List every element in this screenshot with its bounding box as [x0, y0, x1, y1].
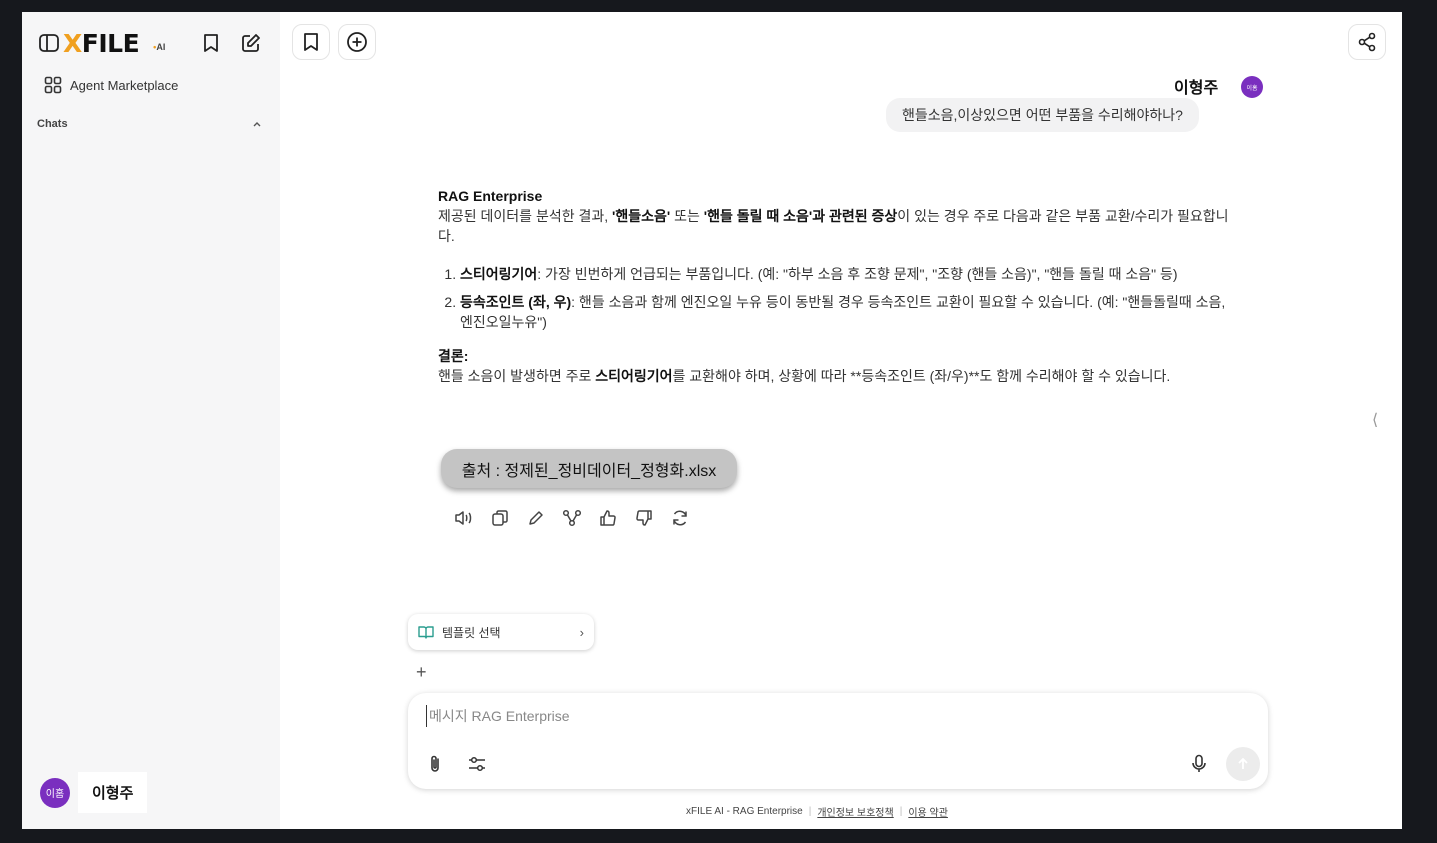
thumbs-down-icon[interactable]	[632, 506, 656, 530]
bookmark-icon	[303, 32, 319, 52]
share-icon	[1357, 32, 1377, 52]
share-button[interactable]	[1348, 24, 1386, 60]
conclusion-title: 결론:	[438, 348, 469, 364]
brand-ai-tag: •AI	[153, 42, 166, 52]
message-input[interactable]	[426, 705, 1206, 727]
user-name: 이형주	[78, 772, 148, 813]
template-select-button[interactable]: 템플릿 선택 ›	[408, 614, 594, 650]
branch-icon[interactable]	[560, 506, 584, 530]
chevron-right-icon: ›	[579, 624, 584, 640]
privacy-link[interactable]: 개인정보 보호정책	[817, 804, 893, 819]
user-message-bubble: 핸들소음,이상있으면 어떤 부품을 수리해야하나?	[886, 98, 1199, 132]
app-window: XFILE •AI Agent Marketplace Chats 이홈 이형주	[22, 12, 1402, 829]
message-actions	[452, 506, 692, 530]
assistant-intro: 제공된 데이터를 분석한 결과, '핸들소음' 또는 '핸들 돌릴 때 소음'과…	[438, 208, 1229, 244]
footer: xFILE AI - RAG Enterprise | 개인정보 보호정책 | …	[686, 804, 948, 819]
plus-icon[interactable]: +	[416, 662, 427, 683]
arrow-up-icon	[1236, 757, 1250, 771]
pencil-icon[interactable]	[524, 506, 548, 530]
book-icon	[418, 625, 434, 639]
thumbs-up-icon[interactable]	[596, 506, 620, 530]
new-chat-edit-icon[interactable]	[238, 30, 264, 56]
conclusion: 결론: 핸들 소음이 발생하면 주로 스티어링기어를 교환해야 하며, 상황에 …	[438, 346, 1238, 386]
sidebar-toggle-icon[interactable]	[38, 33, 60, 53]
chats-label: Chats	[37, 118, 68, 130]
plus-circle-icon	[346, 31, 368, 53]
grid-icon	[44, 76, 62, 94]
regenerate-icon[interactable]	[668, 506, 692, 530]
paperclip-icon[interactable]	[422, 751, 448, 777]
sidebar-item-label: Agent Marketplace	[70, 77, 179, 93]
list-item: 스티어링기어: 가장 빈번하게 언급되는 부품입니다. (예: "하부 소음 후…	[460, 264, 1238, 284]
avatar: 이홈	[1241, 76, 1263, 98]
sidebar-item-agent-marketplace[interactable]: Agent Marketplace	[44, 76, 178, 94]
parts-list: 스티어링기어: 가장 빈번하게 언급되는 부품입니다. (예: "하부 소음 후…	[460, 264, 1238, 332]
footer-separator: |	[899, 806, 903, 817]
microphone-icon[interactable]	[1186, 751, 1212, 777]
logo-row: XFILE •AI	[38, 28, 266, 58]
bookmark-icon[interactable]	[198, 30, 224, 56]
chevron-up-icon[interactable]	[252, 120, 262, 128]
footer-separator: |	[808, 806, 812, 817]
message-user-name: 이형주	[1174, 80, 1219, 97]
avatar: 이홈	[40, 777, 70, 808]
conclusion-text: 핸들 소음이 발생하면 주로 스티어링기어를 교환해야 하며, 상황에 따라 *…	[438, 368, 1171, 384]
add-button[interactable]	[338, 24, 376, 60]
speaker-icon[interactable]	[452, 506, 476, 530]
chats-section-header[interactable]: Chats	[37, 118, 262, 130]
settings-sliders-icon[interactable]	[464, 751, 490, 777]
footer-brand: xFILE AI - RAG Enterprise	[686, 806, 803, 817]
sidebar: XFILE •AI Agent Marketplace Chats 이홈 이형주	[22, 12, 280, 829]
source-citation-button[interactable]: 출처 : 정제된_정비데이터_정형화.xlsx	[441, 449, 737, 488]
assistant-name: RAG Enterprise	[438, 188, 543, 204]
panel-handle-icon[interactable]: ⟨	[1372, 410, 1378, 430]
message-composer	[408, 693, 1268, 789]
bookmark-button[interactable]	[292, 24, 330, 60]
list-item: 등속조인트 (좌, 우): 핸들 소음과 함께 엔진오일 누유 등이 동반될 경…	[460, 292, 1238, 332]
brand-logo: XFILE	[63, 28, 140, 58]
terms-link[interactable]: 이용 약관	[908, 804, 948, 819]
user-profile[interactable]: 이홈 이형주	[40, 772, 148, 813]
send-button[interactable]	[1226, 747, 1260, 781]
assistant-message: RAG Enterprise 제공된 데이터를 분석한 결과, '핸들소음' 또…	[438, 186, 1238, 386]
template-label: 템플릿 선택	[442, 625, 501, 640]
copy-icon[interactable]	[488, 506, 512, 530]
